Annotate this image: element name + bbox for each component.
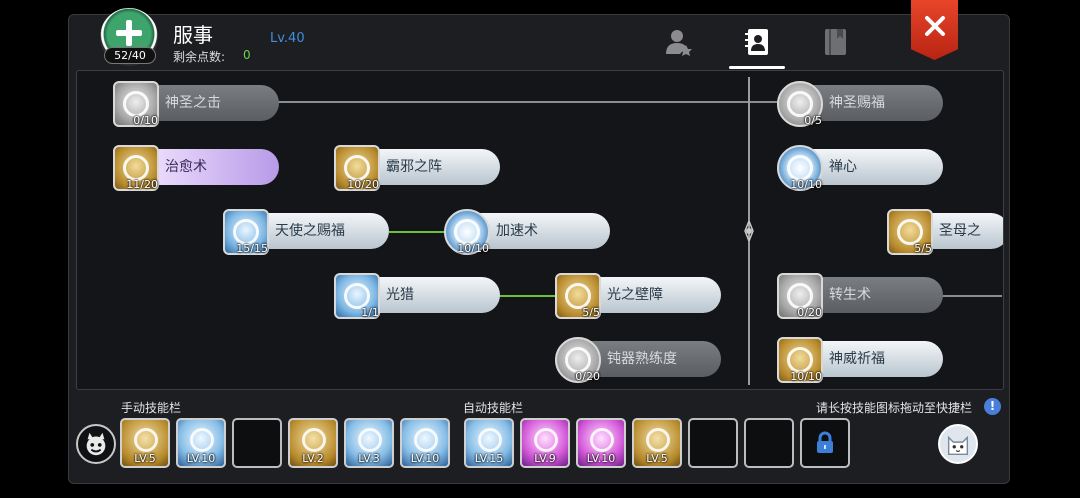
slot-level: LV.3 [358, 452, 380, 465]
skill-count: 1/1 [361, 306, 379, 319]
level-text: Lv.40 [270, 31, 305, 46]
cat-icon [947, 435, 969, 455]
slot-level: LV.2 [302, 452, 324, 465]
pet-button[interactable] [938, 424, 978, 464]
class-name: 服事 [173, 23, 213, 47]
wave-icon [190, 428, 214, 452]
auto-slot[interactable] [688, 418, 738, 468]
manual-slot[interactable]: LV.3 [344, 418, 394, 468]
tab-character[interactable] [662, 26, 696, 58]
skill-count: 10/20 [347, 178, 379, 191]
auto-slot[interactable] [800, 418, 850, 468]
manual-slot[interactable] [232, 418, 282, 468]
tab-book[interactable] [818, 26, 852, 58]
slot-level: LV.9 [534, 452, 556, 465]
auto-bar-label: 自动技能栏 [463, 401, 524, 415]
points-label: 剩余点数: [173, 50, 226, 64]
connector-line [942, 295, 1002, 297]
connector-line [389, 231, 449, 233]
emblem-count: 52/40 [104, 47, 156, 64]
skill-count: 5/5 [582, 306, 600, 319]
active-tab-indicator [729, 66, 785, 69]
manual-slot[interactable]: LV.2 [288, 418, 338, 468]
sword-icon [302, 428, 326, 452]
skill-count: 0/20 [797, 306, 822, 319]
auto-slot[interactable] [744, 418, 794, 468]
manual-slot[interactable]: LV.10 [176, 418, 226, 468]
devil-face-icon [86, 432, 106, 456]
slot-level: LV.10 [586, 452, 616, 465]
shield-burst-icon [134, 428, 158, 452]
tab-skills[interactable] [740, 26, 774, 58]
skill-tree: 神圣之击 0/10 治愈术 11/20 霸邪之阵 10/20 天使之赐福 15/… [76, 70, 1004, 390]
close-button[interactable] [911, 0, 958, 60]
skill-count: 10/10 [790, 370, 822, 383]
skill-count: 0/20 [575, 370, 600, 383]
manual-slot[interactable]: LV.10 [400, 418, 450, 468]
book-icon [825, 29, 846, 55]
auto-slot[interactable]: LV.15 [464, 418, 514, 468]
skill-count: 0/10 [133, 114, 158, 127]
blessing-icon [478, 428, 502, 452]
wings-icon [414, 428, 438, 452]
skill-count: 11/20 [126, 178, 158, 191]
connector-line [267, 101, 787, 103]
auto-slot[interactable]: LV.9 [520, 418, 570, 468]
info-icon[interactable]: ! [984, 398, 1001, 415]
auto-slot[interactable]: LV.5 [632, 418, 682, 468]
points-value: 0 [243, 48, 251, 62]
skill-count: 10/10 [790, 178, 822, 191]
manual-slot[interactable]: LV.5 [120, 418, 170, 468]
skill-count: 10/10 [457, 242, 489, 255]
divider-ornament-icon [744, 221, 754, 241]
skill-count: 0/5 [804, 114, 822, 127]
lock-icon [817, 431, 833, 453]
slot-level: LV.5 [134, 452, 156, 465]
slot-level: LV.15 [474, 452, 504, 465]
emote-button[interactable] [76, 424, 116, 464]
skill-book-icon [745, 29, 768, 55]
close-icon [924, 16, 945, 36]
skill-count: 5/5 [914, 242, 932, 255]
slot-level: LV.10 [186, 452, 216, 465]
manual-bar-label: 手动技能栏 [121, 401, 182, 415]
skill-count: 15/15 [236, 242, 268, 255]
person-star-icon [666, 30, 692, 56]
slot-level: LV.10 [410, 452, 440, 465]
spark-icon [534, 428, 558, 452]
drag-hint: 请长按技能图标拖动至快捷栏 [816, 401, 973, 415]
angel-halo-icon [358, 428, 382, 452]
skull-icon [646, 428, 670, 452]
auto-slot[interactable]: LV.10 [576, 418, 626, 468]
magic-icon [590, 428, 614, 452]
slot-level: LV.5 [646, 452, 668, 465]
connector-line [499, 295, 559, 297]
